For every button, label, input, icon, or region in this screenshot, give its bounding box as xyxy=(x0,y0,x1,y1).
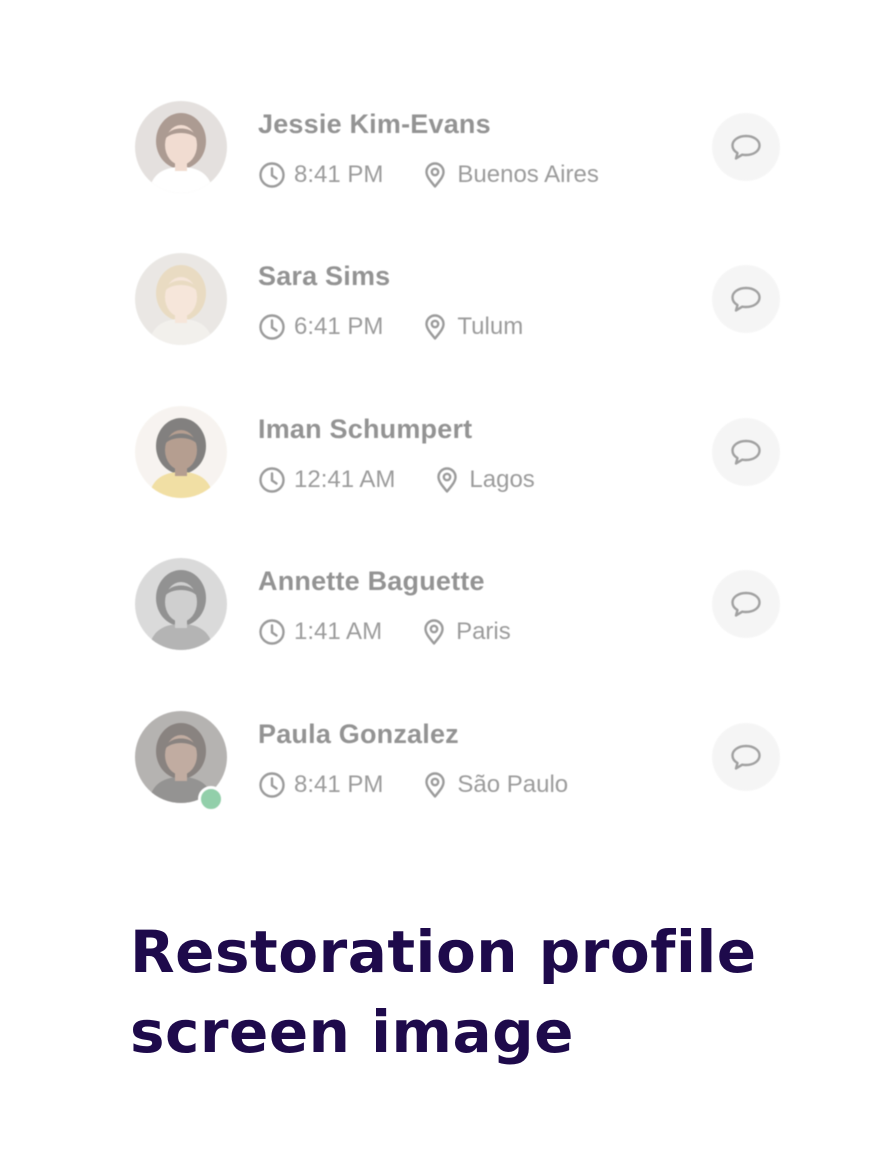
contact-name: Iman Schumpert xyxy=(258,414,473,444)
contact-name: Paula Gonzalez xyxy=(258,719,459,749)
message-button[interactable] xyxy=(712,723,780,791)
caption-line: Restoration profile xyxy=(130,918,757,986)
location: Tulum xyxy=(457,313,524,340)
clock-icon xyxy=(259,162,285,188)
local-time: 8:41 PM xyxy=(294,161,384,188)
contact-meta: 6:41 PM Tulum xyxy=(258,311,523,343)
location-pin-icon xyxy=(425,162,446,188)
contact-name: Sara Sims xyxy=(258,261,391,291)
caption-heading: Restoration profile screen image xyxy=(130,912,830,1072)
contact-meta: 12:41 AM Lagos xyxy=(258,464,535,496)
avatar[interactable] xyxy=(135,558,227,650)
contact-row[interactable]: Paula Gonzalez 8:41 PM São Paulo xyxy=(0,711,888,831)
contact-row[interactable]: Sara Sims 6:41 PM Tulum xyxy=(0,253,888,373)
clock-icon xyxy=(259,772,285,798)
message-button[interactable] xyxy=(712,113,780,181)
local-time: 1:41 AM xyxy=(294,618,383,645)
contact-row[interactable]: Jessie Kim-Evans 8:41 PM Buenos Aires xyxy=(0,101,888,221)
chat-bubble-icon xyxy=(731,134,761,160)
location-pin-icon xyxy=(425,314,446,340)
location-pin-icon xyxy=(437,467,458,493)
avatar[interactable] xyxy=(135,101,227,193)
caption-line: screen image xyxy=(130,998,574,1066)
chat-bubble-icon xyxy=(731,286,761,312)
local-time: 12:41 AM xyxy=(294,466,396,493)
chat-bubble-icon xyxy=(731,439,761,465)
contact-row[interactable]: Iman Schumpert 12:41 AM Lagos xyxy=(0,406,888,526)
clock-icon xyxy=(259,619,285,645)
online-status-dot xyxy=(198,786,224,812)
local-time: 8:41 PM xyxy=(294,771,384,798)
location-pin-icon xyxy=(425,772,446,798)
contact-meta: 8:41 PM Buenos Aires xyxy=(258,159,599,191)
location: Lagos xyxy=(469,466,535,493)
location-pin-icon xyxy=(424,619,444,645)
contact-meta: 8:41 PM São Paulo xyxy=(258,769,568,801)
contact-name: Jessie Kim-Evans xyxy=(258,109,491,139)
clock-icon xyxy=(259,314,285,340)
contact-row[interactable]: Annette Baguette 1:41 AM Paris xyxy=(0,558,888,678)
location: São Paulo xyxy=(457,771,569,798)
message-button[interactable] xyxy=(712,265,780,333)
avatar[interactable] xyxy=(135,253,227,345)
message-button[interactable] xyxy=(712,570,780,638)
local-time: 6:41 PM xyxy=(294,313,384,340)
chat-bubble-icon xyxy=(731,591,761,617)
avatar[interactable] xyxy=(135,406,227,498)
chat-bubble-icon xyxy=(731,744,761,770)
clock-icon xyxy=(259,467,285,493)
location: Paris xyxy=(456,618,511,645)
location: Buenos Aires xyxy=(457,161,599,188)
contact-meta: 1:41 AM Paris xyxy=(258,616,511,648)
message-button[interactable] xyxy=(712,418,780,486)
contact-name: Annette Baguette xyxy=(258,566,485,596)
